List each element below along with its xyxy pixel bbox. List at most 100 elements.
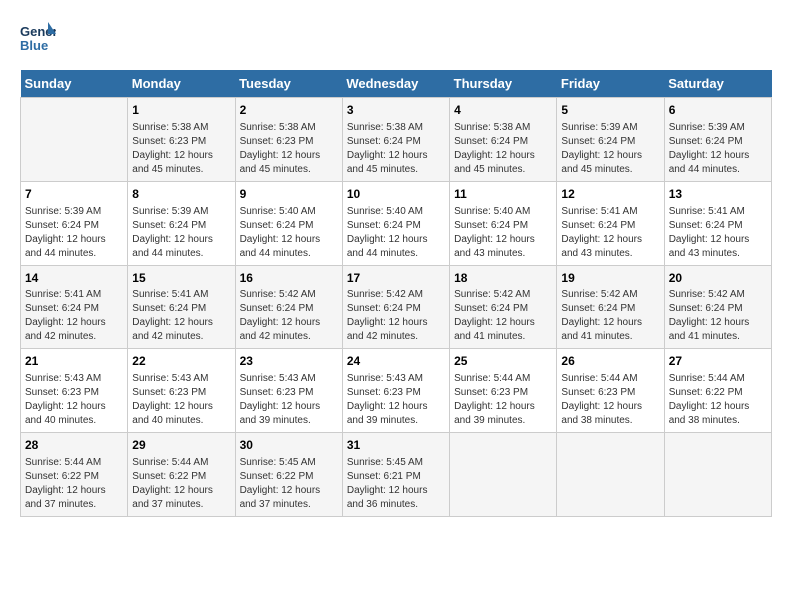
column-header-thursday: Thursday <box>450 70 557 98</box>
day-info-line: Sunrise: 5:43 AM <box>240 372 338 386</box>
day-info-line: Sunset: 6:23 PM <box>132 135 230 149</box>
day-info-line: Sunset: 6:23 PM <box>454 386 552 400</box>
day-info-line: Daylight: 12 hours <box>132 233 230 247</box>
calendar-cell: 29Sunrise: 5:44 AMSunset: 6:22 PMDayligh… <box>128 433 235 517</box>
day-info-line: Sunrise: 5:41 AM <box>132 288 230 302</box>
day-info-line: Sunset: 6:22 PM <box>132 470 230 484</box>
day-number: 20 <box>669 270 767 287</box>
calendar-week-row: 7Sunrise: 5:39 AMSunset: 6:24 PMDaylight… <box>21 181 772 265</box>
day-number: 15 <box>132 270 230 287</box>
day-info-line: Sunrise: 5:41 AM <box>561 205 659 219</box>
calendar-cell: 8Sunrise: 5:39 AMSunset: 6:24 PMDaylight… <box>128 181 235 265</box>
calendar-cell: 7Sunrise: 5:39 AMSunset: 6:24 PMDaylight… <box>21 181 128 265</box>
calendar-cell: 19Sunrise: 5:42 AMSunset: 6:24 PMDayligh… <box>557 265 664 349</box>
column-header-sunday: Sunday <box>21 70 128 98</box>
day-info-line: Daylight: 12 hours <box>347 400 445 414</box>
calendar-cell: 21Sunrise: 5:43 AMSunset: 6:23 PMDayligh… <box>21 349 128 433</box>
calendar-cell: 16Sunrise: 5:42 AMSunset: 6:24 PMDayligh… <box>235 265 342 349</box>
logo-text: General Blue <box>20 20 56 60</box>
day-number: 25 <box>454 353 552 370</box>
day-info-line: Sunrise: 5:42 AM <box>240 288 338 302</box>
calendar-cell: 31Sunrise: 5:45 AMSunset: 6:21 PMDayligh… <box>342 433 449 517</box>
day-info-line: Sunset: 6:23 PM <box>240 386 338 400</box>
day-info-line: Sunrise: 5:45 AM <box>347 456 445 470</box>
day-info-line: and 37 minutes. <box>25 498 123 512</box>
day-info-line: Daylight: 12 hours <box>347 316 445 330</box>
day-number: 22 <box>132 353 230 370</box>
calendar-cell: 14Sunrise: 5:41 AMSunset: 6:24 PMDayligh… <box>21 265 128 349</box>
calendar-body: 1Sunrise: 5:38 AMSunset: 6:23 PMDaylight… <box>21 98 772 517</box>
day-info-line: Daylight: 12 hours <box>454 149 552 163</box>
logo: General Blue <box>20 20 56 60</box>
day-info-line: Daylight: 12 hours <box>240 316 338 330</box>
day-info-line: and 36 minutes. <box>347 498 445 512</box>
day-info-line: Sunset: 6:21 PM <box>347 470 445 484</box>
day-info-line: and 45 minutes. <box>561 163 659 177</box>
calendar-cell: 12Sunrise: 5:41 AMSunset: 6:24 PMDayligh… <box>557 181 664 265</box>
day-info-line: Sunset: 6:24 PM <box>132 302 230 316</box>
calendar-cell <box>21 98 128 182</box>
day-number: 14 <box>25 270 123 287</box>
day-info-line: Sunset: 6:24 PM <box>454 135 552 149</box>
day-number: 30 <box>240 437 338 454</box>
day-info-line: and 42 minutes. <box>347 330 445 344</box>
day-info-line: Sunrise: 5:42 AM <box>347 288 445 302</box>
day-info-line: Daylight: 12 hours <box>347 484 445 498</box>
day-info-line: Sunrise: 5:42 AM <box>561 288 659 302</box>
calendar-cell <box>450 433 557 517</box>
day-info-line: Sunrise: 5:44 AM <box>454 372 552 386</box>
calendar-week-row: 21Sunrise: 5:43 AMSunset: 6:23 PMDayligh… <box>21 349 772 433</box>
calendar-cell <box>664 433 771 517</box>
day-info-line: Daylight: 12 hours <box>669 149 767 163</box>
day-info-line: Sunrise: 5:39 AM <box>561 121 659 135</box>
day-info-line: Sunrise: 5:39 AM <box>132 205 230 219</box>
day-info-line: Daylight: 12 hours <box>25 316 123 330</box>
day-number: 4 <box>454 102 552 119</box>
svg-text:Blue: Blue <box>20 38 48 53</box>
day-info-line: Sunrise: 5:45 AM <box>240 456 338 470</box>
header: General Blue <box>20 20 772 60</box>
day-number: 7 <box>25 186 123 203</box>
calendar-cell: 4Sunrise: 5:38 AMSunset: 6:24 PMDaylight… <box>450 98 557 182</box>
day-info-line: and 43 minutes. <box>454 247 552 261</box>
calendar-cell: 9Sunrise: 5:40 AMSunset: 6:24 PMDaylight… <box>235 181 342 265</box>
day-info-line: and 44 minutes. <box>240 247 338 261</box>
day-number: 19 <box>561 270 659 287</box>
calendar-cell: 2Sunrise: 5:38 AMSunset: 6:23 PMDaylight… <box>235 98 342 182</box>
day-number: 18 <box>454 270 552 287</box>
day-info-line: Sunset: 6:23 PM <box>25 386 123 400</box>
day-info-line: Daylight: 12 hours <box>561 233 659 247</box>
day-info-line: Sunset: 6:24 PM <box>669 302 767 316</box>
day-number: 13 <box>669 186 767 203</box>
calendar-cell: 3Sunrise: 5:38 AMSunset: 6:24 PMDaylight… <box>342 98 449 182</box>
day-info-line: Daylight: 12 hours <box>669 316 767 330</box>
day-info-line: Sunset: 6:24 PM <box>347 302 445 316</box>
calendar-cell <box>557 433 664 517</box>
day-info-line: Sunset: 6:22 PM <box>240 470 338 484</box>
day-info-line: and 41 minutes. <box>454 330 552 344</box>
calendar-cell: 13Sunrise: 5:41 AMSunset: 6:24 PMDayligh… <box>664 181 771 265</box>
day-number: 1 <box>132 102 230 119</box>
day-info-line: Daylight: 12 hours <box>240 400 338 414</box>
day-info-line: and 44 minutes. <box>25 247 123 261</box>
day-info-line: and 45 minutes. <box>132 163 230 177</box>
day-info-line: Sunset: 6:24 PM <box>132 219 230 233</box>
calendar-cell: 27Sunrise: 5:44 AMSunset: 6:22 PMDayligh… <box>664 349 771 433</box>
day-info-line: Sunset: 6:24 PM <box>454 219 552 233</box>
column-header-wednesday: Wednesday <box>342 70 449 98</box>
day-info-line: Sunset: 6:24 PM <box>454 302 552 316</box>
day-number: 10 <box>347 186 445 203</box>
day-info-line: Daylight: 12 hours <box>454 316 552 330</box>
day-info-line: Sunrise: 5:39 AM <box>669 121 767 135</box>
day-info-line: Sunrise: 5:42 AM <box>454 288 552 302</box>
day-info-line: Sunrise: 5:44 AM <box>132 456 230 470</box>
day-info-line: and 39 minutes. <box>454 414 552 428</box>
day-info-line: and 45 minutes. <box>347 163 445 177</box>
day-info-line: and 39 minutes. <box>240 414 338 428</box>
day-info-line: Sunset: 6:22 PM <box>25 470 123 484</box>
calendar-cell: 17Sunrise: 5:42 AMSunset: 6:24 PMDayligh… <box>342 265 449 349</box>
day-info-line: Sunset: 6:24 PM <box>25 302 123 316</box>
calendar-cell: 30Sunrise: 5:45 AMSunset: 6:22 PMDayligh… <box>235 433 342 517</box>
day-info-line: Sunset: 6:24 PM <box>240 219 338 233</box>
day-info-line: and 44 minutes. <box>347 247 445 261</box>
